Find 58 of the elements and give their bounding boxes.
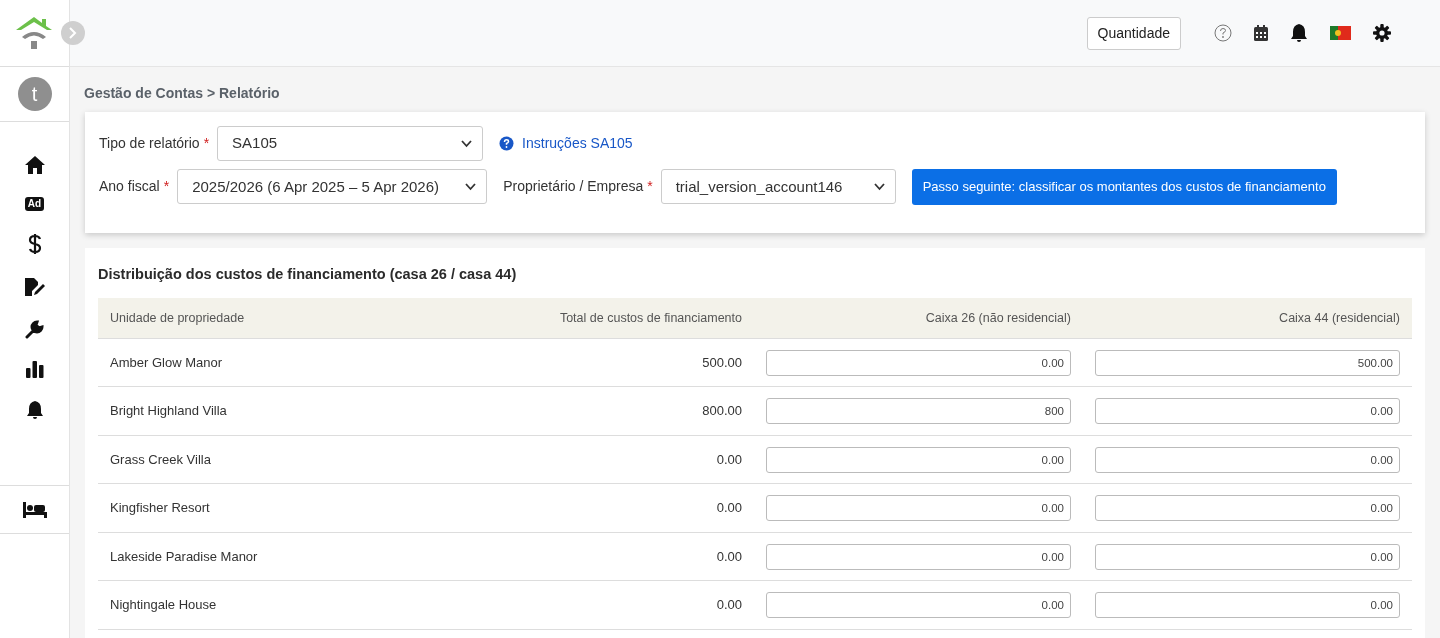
table-cell: Bright Highland Villa <box>110 403 227 419</box>
fiscal-year-select[interactable]: 2025/2026 (6 Apr 2025 – 5 Apr 2026) <box>177 169 488 205</box>
amount-field[interactable]: 500.00 <box>1095 349 1400 376</box>
breadcrumb: Gestão de Contas > Relatório <box>83 84 281 103</box>
field-label: Proprietário / Empresa * <box>503 177 653 197</box>
table-cell: 0.00 <box>716 500 742 516</box>
field-label: Ano fiscal * <box>99 177 170 197</box>
amount-field[interactable]: 0.00 <box>766 592 1071 618</box>
logo-icon <box>14 15 54 51</box>
bell-icon[interactable] <box>25 400 44 420</box>
bar-chart-icon[interactable] <box>25 361 44 378</box>
caret-icon <box>461 139 473 148</box>
home-icon[interactable] <box>23 155 46 175</box>
table-cell: Nightingale House <box>110 597 217 613</box>
table-cell: 800.00 <box>702 403 742 419</box>
column-header: Caixa 26 (não residencial) <box>925 310 1071 325</box>
amount-field[interactable]: 0.00 <box>1095 446 1400 473</box>
amount-field[interactable]: 0.00 <box>1095 495 1400 521</box>
field-label: Tipo de relatório * <box>99 134 210 153</box>
bed-icon[interactable] <box>22 500 47 519</box>
table-cell: 0.00 <box>716 451 742 467</box>
next-step-button[interactable]: Passo seguinte: classificar os montantes dos custos de financiamento <box>911 169 1337 205</box>
amount-field[interactable]: 0.00 <box>1095 543 1400 570</box>
table-cell: Kingfisher Resort <box>110 500 210 516</box>
table-cell: 500.00 <box>702 354 742 370</box>
table-cell: 0.00 <box>716 597 742 613</box>
dollar-icon[interactable] <box>27 233 42 255</box>
amount-field[interactable]: 0.00 <box>1095 592 1400 618</box>
table-cell: Lakeside Paradise Manor <box>110 548 258 564</box>
help-icon[interactable] <box>1214 24 1232 42</box>
amount-field[interactable]: 800 <box>766 398 1071 424</box>
table-cell: Grass Creek Villa <box>110 451 211 467</box>
column-header: Caixa 44 (residencial) <box>1279 310 1400 325</box>
calendar-icon[interactable] <box>1254 25 1268 41</box>
instructions-link[interactable]: Instruções SA105 <box>522 133 633 154</box>
bell-icon[interactable] <box>1290 23 1308 43</box>
amount-field[interactable]: 0.00 <box>766 495 1071 521</box>
caret-icon <box>873 182 885 191</box>
amount-field[interactable]: 0.00 <box>766 349 1071 376</box>
help-icon <box>499 136 515 151</box>
caret-icon <box>465 182 477 191</box>
quantity-button[interactable]: Quantidade <box>1086 16 1181 50</box>
column-header: Unidade de propriedade <box>110 310 245 325</box>
chevron-icon <box>69 27 77 39</box>
owner-select[interactable]: trial_version_account146 <box>660 169 896 205</box>
amount-field[interactable]: 0.00 <box>766 446 1071 473</box>
wrench-icon[interactable] <box>24 319 45 339</box>
document-pen-icon[interactable] <box>23 277 46 297</box>
column-header: Total de custos de financiamento <box>559 310 742 325</box>
report-type-select[interactable]: SA105 <box>217 126 484 161</box>
flag-icon[interactable] <box>1330 26 1351 40</box>
settings-icon[interactable] <box>1373 24 1391 42</box>
table-cell: Amber Glow Manor <box>110 354 222 370</box>
section-title: Distribuição dos custos de financiamento (casa 26 / casa 44) <box>98 264 518 284</box>
table-cell: 0.00 <box>716 548 742 564</box>
amount-field[interactable]: 0.00 <box>766 543 1071 570</box>
ad-icon[interactable]: Ad <box>24 197 45 211</box>
amount-field[interactable]: 0.00 <box>1095 398 1400 424</box>
